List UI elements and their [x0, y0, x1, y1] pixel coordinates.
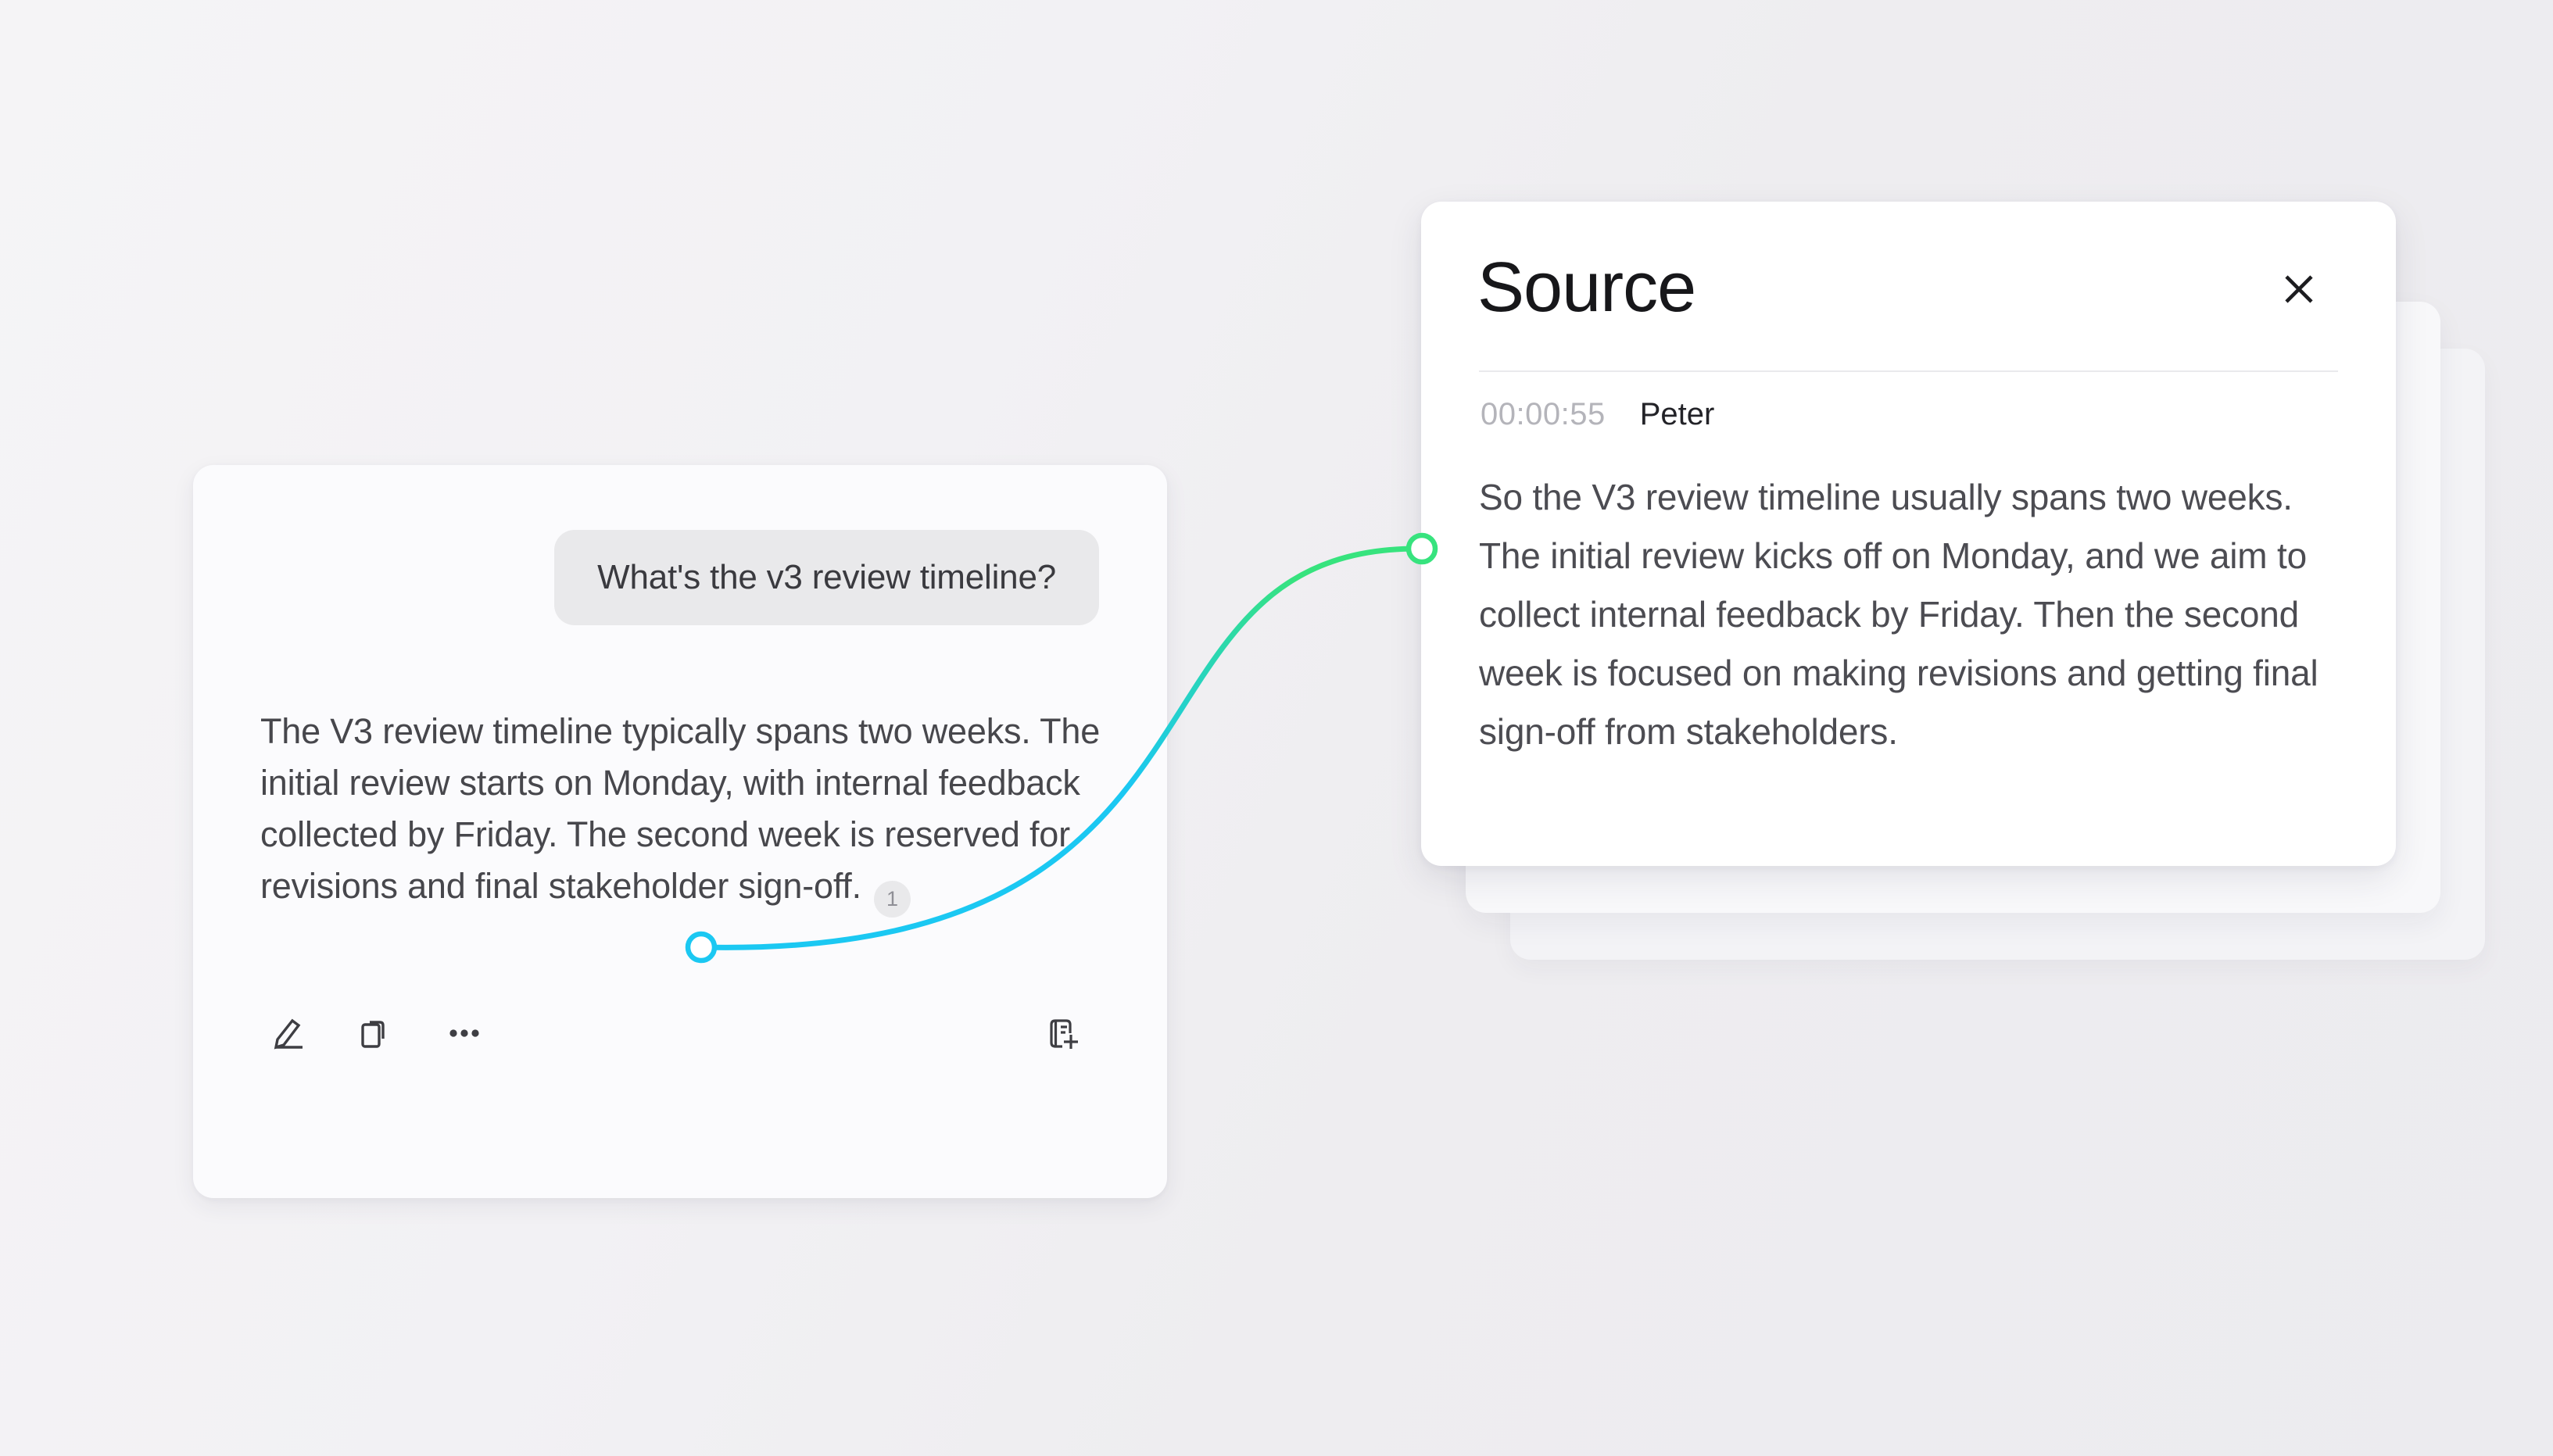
citation-badge[interactable]: 1: [874, 881, 911, 918]
copy-icon: [356, 1014, 394, 1052]
edit-button[interactable]: [268, 1014, 306, 1052]
add-to-note-button[interactable]: [1044, 1014, 1082, 1052]
user-question-bubble: What's the v3 review timeline?: [554, 530, 1099, 625]
more-options-button[interactable]: [446, 1014, 483, 1052]
transcript-timestamp[interactable]: 00:00:55: [1481, 397, 1606, 431]
ellipsis-icon: [446, 1014, 483, 1052]
note-add-icon: [1044, 1014, 1082, 1052]
chat-card: What's the v3 review timeline? The V3 re…: [193, 465, 1167, 1198]
assistant-answer: The V3 review timeline typically spans t…: [260, 706, 1108, 918]
page-background: What's the v3 review timeline? The V3 re…: [0, 0, 2553, 1456]
divider: [1479, 370, 2338, 372]
transcript-quote: So the V3 review timeline usually spans …: [1479, 468, 2331, 761]
assistant-answer-text: The V3 review timeline typically spans t…: [260, 711, 1100, 906]
source-panel: Source 00:00:55 Peter So the V3 review ti…: [1421, 202, 2396, 866]
transcript-speaker: Peter: [1640, 397, 1715, 431]
transcript-meta-row: 00:00:55 Peter: [1481, 395, 1714, 433]
close-icon: [2277, 302, 2321, 313]
close-button[interactable]: [2277, 267, 2321, 311]
source-panel-title: Source: [1477, 250, 1695, 325]
copy-button[interactable]: [356, 1014, 394, 1052]
pencil-icon: [268, 1014, 306, 1052]
